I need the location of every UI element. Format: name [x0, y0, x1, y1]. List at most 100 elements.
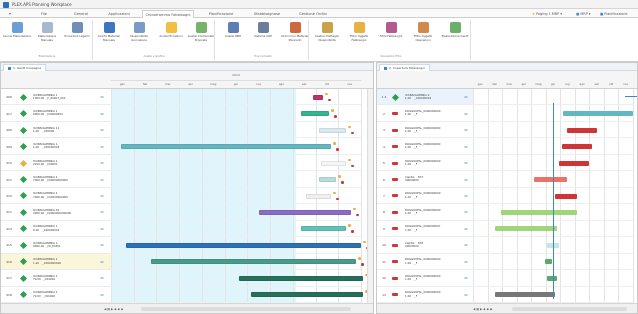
tab-sfabbisognose[interactable]: Sfabbisognose: [246, 10, 288, 18]
table-row-right[interactable]: 11 ROGGOOFAL_0000000000 1.00 _F 40: [377, 253, 473, 271]
gantt-bar[interactable]: [319, 127, 346, 133]
order-qty: 40: [100, 144, 104, 149]
ribbon-tabs: ▾ File General Applicazioni Cronoframma …: [0, 9, 638, 18]
ribbon-button-1[interactable]: Elaborazione Manuale: [32, 20, 62, 54]
table-row-right[interactable]: 4 ROGGOOFAL_0000000000 1.00 _F 40: [377, 138, 473, 155]
ribbon-button-8[interactable]: Sistema CRP: [248, 20, 278, 54]
coverage-bar[interactable]: [547, 275, 557, 281]
coverage-bar[interactable]: [545, 259, 552, 265]
table-row-right[interactable]: 10 Capital 878 00000000 40: [377, 237, 473, 254]
row-id-right: 8: [383, 210, 385, 215]
row-id: 406: [6, 95, 12, 100]
ribbon-button-6[interactable]: Analisi Confermato Proposte: [186, 20, 216, 54]
table-row[interactable]: 415 ICONSOLOMINIA 1 9000.00 _C0_P3301 40: [1, 237, 111, 254]
month-label: giu: [233, 82, 239, 86]
tab-file[interactable]: File: [30, 10, 58, 18]
tab-pianificazione[interactable]: Pianificazione: [200, 10, 242, 18]
ribbon-button-2[interactable]: Procedure Legami: [62, 20, 92, 54]
tab-general[interactable]: General: [65, 10, 97, 18]
nav-controls-icon-right[interactable]: ◀ ▦ ▶ ◆ ◆ ◆: [473, 307, 492, 311]
tab-gantt-consegne[interactable]: 1. Gantt Consegne: [3, 64, 47, 71]
coverage-connector: [625, 96, 637, 97]
coverage-bar[interactable]: [534, 177, 567, 183]
scroll-thumb[interactable]: [141, 307, 351, 311]
table-row[interactable]: 411 ICONSOLOMINIA 1 7000.00 _C00000000000…: [1, 171, 111, 188]
table-row[interactable]: 413 ICONSOLOMINIA 1 6.00 _C00000001 40: [1, 220, 111, 238]
tab-cronoframma[interactable]: Cronoframma Fabbisogni: [142, 10, 194, 18]
tab-copertura-fabbisogni[interactable]: 2. Copertura Fabbisogni: [379, 64, 430, 71]
ribbon-button-11[interactable]: Filtro Oggetti Fabbisogni: [344, 20, 374, 54]
quick-access-icon[interactable]: ▾: [4, 10, 16, 18]
ribbon-button-13[interactable]: Filtro Oggetti Operazioni: [408, 20, 438, 54]
coverage-bar[interactable]: [563, 111, 633, 117]
table-row[interactable]: 409 ICONSOLOMINIA 1 1.00 _C00000004 40: [1, 138, 111, 155]
vertical-scrollbar[interactable]: [367, 89, 373, 303]
row-id: 406: [6, 128, 12, 133]
tab-applicazioni[interactable]: Applicazioni: [100, 10, 138, 18]
gantt-bar[interactable]: [151, 259, 356, 265]
ribbon-button-5[interactable]: Analisi Eccezioni: [156, 20, 186, 54]
order-description: ICONSOLOMINIA 11 1.00 _C00006: [33, 125, 60, 133]
gantt-bar[interactable]: [301, 111, 329, 117]
paging-mrp-button[interactable]: ★ Paging 1 MRP ▾: [532, 10, 562, 18]
table-row[interactable]: 416 ICONSOLOMINIA 1 1.00 _C000000000 40: [1, 253, 111, 271]
table-row-right[interactable]: 1 4 ICONSOLOMINIA 4 1.00 _C00000001 40: [377, 89, 473, 106]
table-row[interactable]: 410 ICONSOLOMINIA 1 7000.00 _C00000000000…: [1, 187, 111, 205]
coverage-bar[interactable]: [495, 226, 557, 232]
ribbon-button-9[interactable]: Ordini Con Materiali Mancanti: [280, 20, 310, 54]
gantt-bar[interactable]: [251, 292, 363, 298]
item-description: ROGGOOFAL_0000000007 1.00 _F: [405, 224, 441, 232]
mrp-button[interactable]: ■ MRP ▾: [576, 10, 590, 18]
ribbon-button-14[interactable]: Elaborazione Gantt: [440, 20, 470, 54]
order-qty: 40: [100, 226, 104, 231]
nav-controls-icon[interactable]: ◀ ▦ ▶ ◆ ◆ ◆: [104, 307, 123, 311]
alert-flag-icon: [392, 260, 398, 264]
horizontal-scrollbar[interactable]: ◀ ▦ ▶ ◆ ◆ ◆: [1, 303, 373, 313]
gantt-bar[interactable]: [313, 94, 323, 100]
gantt-bar[interactable]: [121, 144, 331, 150]
table-row-right[interactable]: 7 ROGGOOFAL_0000000000 1.00 _F 40: [377, 187, 473, 205]
pianificazione-button[interactable]: ■ Pianificazione: [600, 10, 628, 18]
ribbon-button-3[interactable]: Scarto Materiali Manuale: [94, 20, 124, 54]
coverage-bar[interactable]: [567, 127, 597, 133]
coverage-bar[interactable]: [501, 209, 577, 215]
table-row[interactable]: 406 ICONSOLOMINIA 11 1.00 _C00006 40: [1, 121, 111, 139]
table-row[interactable]: 410 ICONSOLOMINIA 1 2150.00 _C00001 40: [1, 154, 111, 172]
gantt-bar[interactable]: [321, 160, 346, 166]
status-diamond-icon: [19, 159, 28, 167]
coverage-bar[interactable]: [555, 193, 577, 199]
table-row[interactable]: 417 ICONSOLOMINIA 1 6000.00 _C00000004 40: [1, 105, 111, 122]
table-row[interactable]: 417 ICONSOLOMINIA 1 70.00 _C04000 40: [1, 270, 111, 287]
ribbon-button-4[interactable]: Disponibilità Giornaliera: [124, 20, 154, 54]
tab-gestione-ordini[interactable]: Gestione Ordini: [292, 10, 334, 18]
ribbon-button-10[interactable]: Cestino Dettaglio Disponibilità: [312, 20, 342, 54]
milestone-marker: [348, 224, 351, 227]
table-row-right[interactable]: 8 ROGGOOFAL_0000000000 1.00 _F 40: [377, 204, 473, 221]
scroll-thumb-right[interactable]: [512, 307, 627, 311]
ribbon-button-12[interactable]: Filtro Fabbisogni: [376, 20, 406, 54]
gantt-bar[interactable]: [126, 242, 361, 248]
coverage-bar[interactable]: [559, 160, 589, 166]
horizontal-scrollbar-right[interactable]: ◀ ▦ ▶ ◆ ◆ ◆: [377, 303, 637, 313]
table-row-right[interactable]: 12 ROGGOOFAL_0000000000 1.00 _F 40: [377, 270, 473, 287]
table-row-right[interactable]: 13 ROGGOOFAL_0000000000 1.00 _F 40: [377, 286, 473, 303]
gantt-bar[interactable]: [239, 275, 363, 281]
gantt-bar[interactable]: [306, 193, 331, 199]
gantt-bar[interactable]: [319, 177, 336, 183]
gantt-bar[interactable]: [259, 209, 351, 215]
table-row[interactable]: 418 ICONSOLOMINIA 1 70.00 _C00000 40: [1, 286, 111, 303]
table-row-right[interactable]: 5 ROGGOOFAL_0000000000 1.00 _F 40: [377, 154, 473, 172]
gantt-bar[interactable]: [301, 226, 346, 232]
table-row[interactable]: 411 ICONSOLOMINIA 10 2000.00 _C0000000000…: [1, 204, 111, 221]
table-row-right[interactable]: 9 ROGGOOFAL_0000000007 1.00 _F 40: [377, 220, 473, 238]
table-row-right[interactable]: 6 Capital 873 00000000 40: [377, 171, 473, 188]
item-description: ROGGOOFAL_0000000000 1.00 _F: [405, 257, 441, 265]
table-row[interactable]: 406 ICONSOLOMINIA 1 1000.00 _C_00007_002 4…: [1, 89, 111, 106]
table-row-right[interactable]: 3 ROGGOOFAL_0000000000 1.00 _F 40: [377, 121, 473, 139]
coverage-bar[interactable]: [495, 292, 555, 298]
row-id: 416: [6, 259, 12, 264]
coverage-bar[interactable]: [562, 144, 592, 150]
ribbon-button-7[interactable]: Analisi MRP: [218, 20, 248, 54]
table-row-right[interactable]: 2 ROGGOOFAL_0000000000 1.00 _F 40: [377, 105, 473, 122]
ribbon-button-0[interactable]: Lancia Elaborazione: [2, 20, 32, 54]
